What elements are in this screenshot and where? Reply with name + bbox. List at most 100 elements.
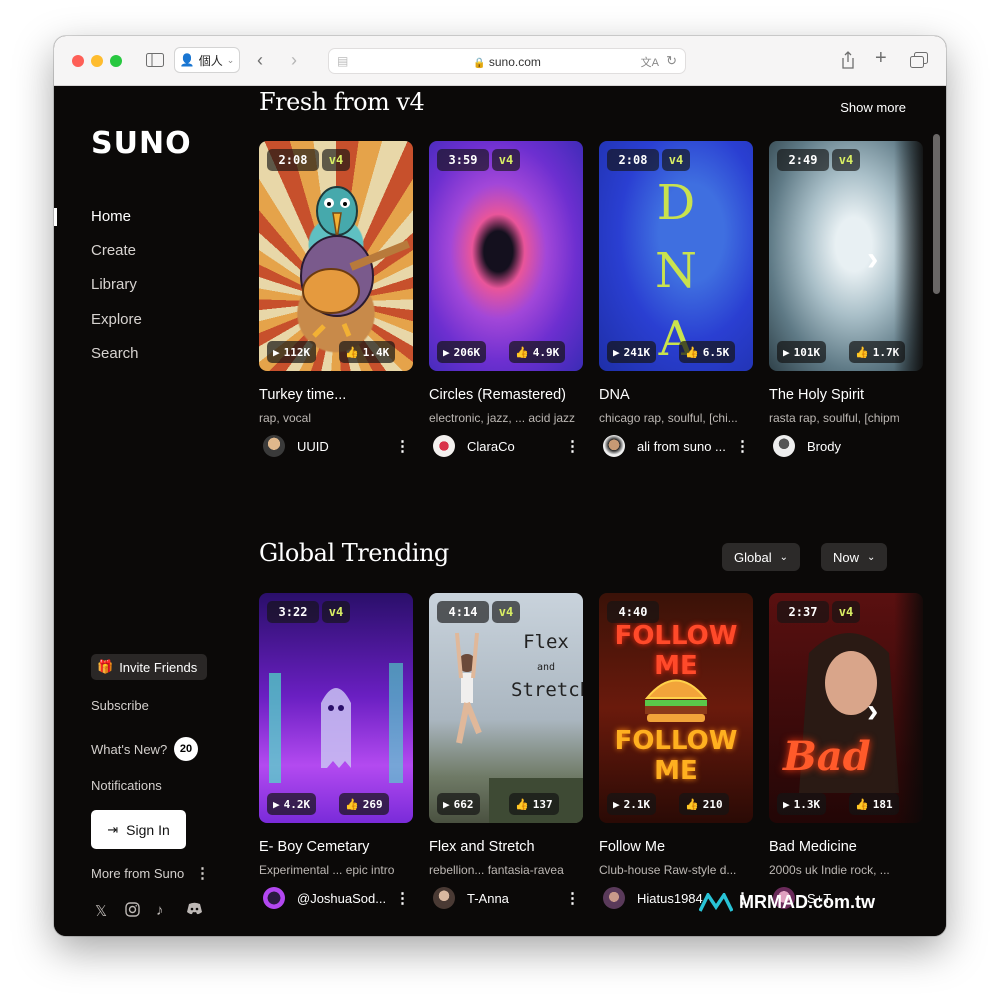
song-author[interactable]: UUID ⋮ xyxy=(259,435,413,459)
cover-art[interactable]: 2:08 v4 ▶ 112K 👍 1.4K xyxy=(259,141,413,371)
song-card[interactable]: 2:08 v4 ▶ 112K 👍 1.4K Turkey time... rap, … xyxy=(259,141,413,471)
avatar xyxy=(433,887,455,909)
cover-art[interactable]: 3:59 v4 ▶ 206K 👍 4.9K xyxy=(429,141,583,371)
sign-in-button[interactable]: ⇥ Sign In xyxy=(91,810,186,849)
like-count[interactable]: 👍 181 xyxy=(849,793,899,815)
play-count[interactable]: ▶ 101K xyxy=(777,341,827,363)
share-icon[interactable] xyxy=(841,51,855,73)
song-title[interactable]: Follow Me xyxy=(599,839,753,855)
cover-art[interactable]: FlexandStretch 4:14 v4 ▶662 👍137 xyxy=(429,593,583,823)
more-options-icon[interactable]: ⋮ xyxy=(565,437,580,455)
song-title[interactable]: E- Boy Cemetary xyxy=(259,839,413,855)
more-options-icon[interactable]: ⋮ xyxy=(195,864,210,882)
ghost-illustration xyxy=(269,663,403,783)
more-options-icon[interactable]: ⋮ xyxy=(395,437,410,455)
suno-logo[interactable]: SUNO xyxy=(91,126,192,161)
like-count[interactable]: 👍 210 xyxy=(679,793,729,815)
like-count[interactable]: 👍 6.5K xyxy=(679,341,736,363)
like-count-value: 1.4K xyxy=(362,345,390,359)
play-count[interactable]: ▶ 2.1K xyxy=(607,793,657,815)
translate-icon[interactable]: 文A xyxy=(641,54,659,70)
invite-friends-button[interactable]: 🎁 Invite Friends xyxy=(91,654,207,680)
play-count-value: 2.1K xyxy=(623,797,651,811)
author-name[interactable]: @JoshuaSod... xyxy=(297,891,386,906)
close-window-button[interactable] xyxy=(72,55,84,67)
more-options-icon[interactable]: ⋮ xyxy=(395,889,410,907)
nav-create[interactable]: Create xyxy=(91,242,136,259)
page-scrollbar[interactable] xyxy=(933,134,940,294)
play-count[interactable]: ▶ 241K xyxy=(607,341,657,363)
carousel-next-icon[interactable]: › xyxy=(867,692,878,731)
song-card[interactable]: FOLLOW ME FOLLOW ME 4:40 ▶ 2.1K 👍 210 Foll… xyxy=(599,593,753,923)
nav-explore[interactable]: Explore xyxy=(91,311,142,328)
address-bar[interactable]: ▤ 🔒 suno.com 文A ↻ xyxy=(328,48,686,74)
like-count[interactable]: 👍 4.9K xyxy=(509,341,566,363)
author-name[interactable]: UUID xyxy=(297,439,329,454)
song-title[interactable]: Flex and Stretch xyxy=(429,839,583,855)
cover-art[interactable]: DNA 2:08 v4 ▶ 241K 👍 6.5K xyxy=(599,141,753,371)
like-count[interactable]: 👍 269 xyxy=(339,793,389,815)
song-title[interactable]: DNA xyxy=(599,387,753,403)
play-icon: ▶ xyxy=(613,797,620,811)
sidebar-toggle-icon[interactable] xyxy=(146,53,164,71)
tabs-overview-icon[interactable] xyxy=(910,52,928,72)
play-count[interactable]: ▶ 1.3K xyxy=(777,793,827,815)
author-name[interactable]: Hiatus1984 xyxy=(637,891,703,906)
cover-art[interactable]: FOLLOW ME FOLLOW ME 4:40 ▶ 2.1K 👍 210 xyxy=(599,593,753,823)
nav-library[interactable]: Library xyxy=(91,276,137,293)
profile-selector[interactable]: 👤 個人 ⌄ xyxy=(174,47,240,73)
more-options-icon[interactable]: ⋮ xyxy=(565,889,580,907)
author-name[interactable]: ali from suno ... xyxy=(637,439,726,454)
play-count[interactable]: ▶ 662 xyxy=(437,793,480,815)
song-title[interactable]: Turkey time... xyxy=(259,387,413,403)
play-count[interactable]: ▶ 4.2K xyxy=(267,793,317,815)
song-card[interactable]: DNA 2:08 v4 ▶ 241K 👍 6.5K DNA chicago rap,… xyxy=(599,141,753,471)
more-from-suno-link[interactable]: More from Suno xyxy=(91,866,184,881)
art-title-text: Bad xyxy=(783,733,871,780)
more-options-icon[interactable]: ⋮ xyxy=(735,437,750,455)
whats-new-link[interactable]: What's New? xyxy=(91,742,167,757)
song-author[interactable]: ali from suno ... ⋮ xyxy=(599,435,753,459)
suno-page: SUNO Home Create Library Explore Search … xyxy=(54,86,946,936)
x-icon[interactable]: 𝕏 xyxy=(95,902,107,920)
profile-label: 個人 xyxy=(198,53,223,68)
play-count-value: 206K xyxy=(453,345,481,359)
instagram-icon[interactable] xyxy=(125,902,140,921)
cover-art[interactable]: 3:22 v4 ▶ 4.2K 👍 269 xyxy=(259,593,413,823)
minimize-window-button[interactable] xyxy=(91,55,103,67)
back-icon[interactable]: ‹ xyxy=(257,51,263,69)
song-author[interactable]: T-Anna ⋮ xyxy=(429,887,583,911)
show-more-link[interactable]: Show more xyxy=(840,100,906,115)
duration-badge: 2:08 xyxy=(267,149,319,171)
nav-search[interactable]: Search xyxy=(91,345,139,362)
song-card[interactable]: 3:59 v4 ▶ 206K 👍 4.9K Circles (Remastered)… xyxy=(429,141,583,471)
song-author[interactable]: @JoshuaSod... ⋮ xyxy=(259,887,413,911)
like-count-value: 4.9K xyxy=(532,345,560,359)
chevron-down-icon: ⌄ xyxy=(867,551,876,563)
song-card[interactable]: FlexandStretch 4:14 v4 ▶662 👍137 Flex an… xyxy=(429,593,583,923)
author-name[interactable]: ClaraCo xyxy=(467,439,515,454)
play-count[interactable]: ▶ 112K xyxy=(267,341,317,363)
carousel-next-icon[interactable]: › xyxy=(867,240,878,279)
nav-home[interactable]: Home xyxy=(91,208,131,225)
maximize-window-button[interactable] xyxy=(110,55,122,67)
song-card[interactable]: 3:22 v4 ▶ 4.2K 👍 269 E- Boy Cemetary Exper… xyxy=(259,593,413,923)
author-name[interactable]: Brody xyxy=(807,439,841,454)
tiktok-icon[interactable]: ♪ xyxy=(156,902,164,919)
song-title[interactable]: Circles (Remastered) xyxy=(429,387,583,403)
subscribe-link[interactable]: Subscribe xyxy=(91,698,149,713)
scope-filter-dropdown[interactable]: Global ⌄ xyxy=(722,543,800,571)
time-filter-dropdown[interactable]: Now ⌄ xyxy=(821,543,888,571)
new-tab-icon[interactable]: + xyxy=(875,48,887,68)
like-count[interactable]: 👍 1.4K xyxy=(339,341,396,363)
art-title-text-2: FOLLOW ME xyxy=(614,726,738,786)
like-count-value: 181 xyxy=(872,797,893,811)
notifications-link[interactable]: Notifications xyxy=(91,778,162,793)
reload-icon[interactable]: ↻ xyxy=(666,53,677,69)
play-count[interactable]: ▶ 206K xyxy=(437,341,487,363)
discord-icon[interactable] xyxy=(186,902,203,919)
forward-icon[interactable]: › xyxy=(291,51,297,69)
song-author[interactable]: ClaraCo ⋮ xyxy=(429,435,583,459)
like-count[interactable]: 👍 137 xyxy=(509,793,559,815)
author-name[interactable]: T-Anna xyxy=(467,891,509,906)
